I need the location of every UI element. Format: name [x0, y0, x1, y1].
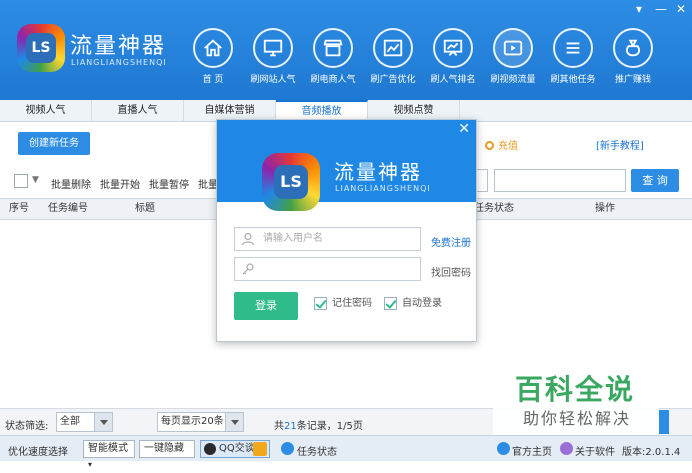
dialog-title: 流量神器 — [334, 160, 422, 184]
nav-video-traffic[interactable]: 刷视频流量 — [484, 28, 542, 85]
batch-delete-button[interactable]: 批量删除 — [51, 176, 91, 191]
monitor-icon — [263, 39, 283, 57]
close-dialog-button[interactable]: ✕ — [458, 121, 470, 137]
col-title: 标题 — [135, 203, 155, 214]
list-icon — [566, 42, 580, 54]
home-page-icon — [497, 442, 510, 455]
login-button[interactable]: 登录 — [234, 292, 298, 320]
recharge-link[interactable]: 充值 — [485, 137, 518, 152]
checkbox-checked-icon — [384, 297, 397, 310]
watermark: 百科全说 助你轻松解决 — [493, 365, 659, 435]
check-icon — [253, 442, 267, 456]
app-logo: LS — [17, 24, 65, 72]
nav-ad-optimize[interactable]: 刷广告优化 — [364, 28, 422, 85]
batch-pause-button[interactable]: 批量暂停 — [149, 176, 189, 191]
speed-mode-select[interactable]: 智能模式▾ — [83, 440, 135, 469]
col-task-status: 任务状态 — [474, 203, 514, 214]
select-all-checkbox[interactable] — [14, 174, 28, 188]
batch-more-button[interactable]: 批量 — [198, 176, 218, 191]
close-window-button[interactable]: ✕ — [676, 2, 686, 16]
query-button[interactable]: 查 询 — [631, 169, 679, 192]
nav-ranking[interactable]: 刷人气排名 — [424, 28, 482, 85]
page-size-select[interactable]: 每页显示20条 — [157, 412, 244, 432]
dialog-logo: LS — [262, 153, 320, 211]
app-title: 流量神器 — [70, 34, 167, 59]
ad-chart-icon — [383, 39, 403, 57]
version-text: 版本:2.0.1.4 — [622, 447, 681, 458]
coin-icon — [485, 141, 494, 150]
home-icon — [204, 39, 222, 57]
remember-password-checkbox[interactable]: 记住密码 — [314, 297, 372, 311]
task-status-button[interactable]: 任务状态 — [297, 443, 337, 458]
username-input[interactable]: 请输入用户名 — [234, 227, 421, 251]
minimize-button[interactable]: — — [655, 2, 667, 16]
register-link[interactable]: 免费注册 — [431, 234, 471, 249]
search-input[interactable] — [494, 169, 626, 192]
login-dialog: ✕ LS 流量神器 LIANGLIANGSHENQI 请输入用户名 免费注册 找… — [216, 119, 477, 342]
chevron-down-icon — [225, 413, 243, 431]
status-filter-select[interactable]: 全部 — [56, 412, 113, 432]
find-password-link[interactable]: 找回密码 — [431, 264, 471, 279]
nav-home[interactable]: 首 页 — [184, 28, 242, 85]
tab-live-popularity[interactable]: 直播人气 — [92, 100, 184, 122]
qq-chat-button[interactable]: QQ交谈 — [200, 440, 270, 458]
create-task-button[interactable]: 创建新任务 — [18, 132, 90, 155]
batch-start-button[interactable]: 批量开始 — [100, 176, 140, 191]
chevron-down-icon — [94, 413, 112, 431]
video-icon — [503, 40, 523, 56]
status-bar: 优化速度选择 智能模式▾ 一键隐藏 QQ交谈 任务状态 官方主页 关于软件 版本… — [0, 435, 692, 469]
tutorial-link[interactable]: [新手教程] — [596, 137, 644, 152]
login-dialog-header: ✕ LS 流量神器 LIANGLIANGSHENQI — [217, 120, 476, 211]
nav-promote-earn[interactable]: 推广赚钱 — [604, 28, 662, 85]
col-task-id: 任务编号 — [48, 203, 88, 214]
password-input[interactable] — [234, 257, 421, 281]
menu-icon[interactable]: ▾ — [636, 2, 642, 16]
user-icon — [241, 232, 255, 246]
chevron-down-icon: ▾ — [88, 460, 93, 469]
task-status-icon — [281, 442, 294, 455]
auto-login-checkbox[interactable]: 自动登录 — [384, 297, 442, 311]
checkbox-checked-icon — [314, 297, 327, 310]
nav-ecommerce-traffic[interactable]: 刷电商人气 — [304, 28, 362, 85]
speed-label: 优化速度选择 — [8, 447, 68, 458]
key-icon — [242, 263, 254, 275]
about-link[interactable]: 关于软件 — [575, 443, 615, 458]
nav-website-traffic[interactable]: 刷网站人气 — [244, 28, 302, 85]
about-icon — [560, 442, 573, 455]
official-site-link[interactable]: 官方主页 — [512, 443, 552, 458]
col-actions: 操作 — [595, 203, 615, 214]
dialog-subtitle: LIANGLIANGSHENQI — [335, 184, 431, 193]
records-summary: 共21条记录，1/5页 — [274, 421, 363, 432]
nav-other-tasks[interactable]: 刷其他任务 — [544, 28, 602, 85]
chevron-down-icon[interactable]: ▼ — [32, 175, 39, 185]
one-key-hide-button[interactable]: 一键隐藏 — [139, 440, 195, 458]
status-filter-label: 状态筛选: — [5, 421, 49, 432]
col-index: 序号 — [9, 203, 29, 214]
money-bag-icon — [626, 39, 640, 57]
qq-icon — [204, 443, 216, 455]
store-icon — [323, 39, 343, 57]
page-next-button[interactable] — [659, 410, 669, 434]
app-header: LS 流量神器 LIANGLIANGSHENQI ▾ — ✕ 首 页 刷网站人气… — [0, 0, 692, 100]
tab-video-popularity[interactable]: 视频人气 — [0, 100, 92, 122]
app-subtitle: LIANGLIANGSHENQI — [71, 58, 167, 67]
ranking-board-icon — [443, 39, 463, 56]
